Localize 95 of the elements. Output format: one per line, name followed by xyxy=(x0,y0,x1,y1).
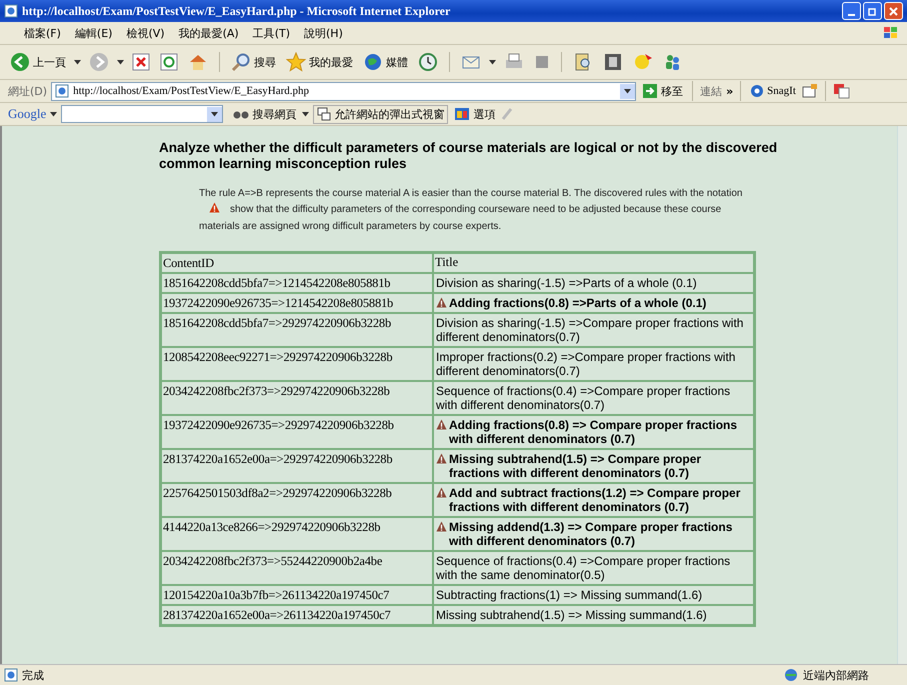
smiley-icon xyxy=(633,52,653,72)
google-logo[interactable]: Google xyxy=(8,106,46,122)
globe-icon xyxy=(783,668,799,682)
table-cell-text: Add and subtract fractions(1.2) => Compare proper fractions with different denominators (0.7) xyxy=(449,486,742,514)
table-cell: 1851642208cdd5bfa7=>1214542208e805881b xyxy=(161,273,433,293)
caret-icon[interactable] xyxy=(624,88,632,94)
caret-icon[interactable] xyxy=(74,60,81,64)
close-button[interactable] xyxy=(884,2,903,20)
options-icon xyxy=(454,107,470,121)
restore-icon xyxy=(868,6,877,16)
table-cell: Sequence of fractions(0.4) =>Compare proper fractions with the same denominator(0.5) xyxy=(433,551,754,585)
menu-item[interactable]: 工具(T) xyxy=(252,26,290,40)
address-field[interactable]: http://localhost/Exam/PostTestView/E_EasyHard.php xyxy=(51,82,636,100)
options-button[interactable]: 選項 xyxy=(452,106,498,122)
warning-icon xyxy=(436,453,447,464)
caret-icon[interactable] xyxy=(50,112,58,116)
status-text: 完成 xyxy=(22,668,44,682)
minimize-button[interactable] xyxy=(842,2,861,20)
menu-item[interactable]: 我的最愛(A) xyxy=(178,26,239,40)
table-cell-text: Missing subtrahend(1.5) => Compare proper fractions with different denominators (0.7) xyxy=(449,452,702,480)
restore-button[interactable] xyxy=(863,2,882,20)
go-button[interactable]: 移至 xyxy=(640,83,686,99)
favorites-button[interactable]: 我的最愛 xyxy=(284,52,355,72)
links-label[interactable]: 連結 xyxy=(700,84,722,98)
table-cell: Improper fractions(0.2) =>Compare proper fractions with different denominators(0.7) xyxy=(433,347,754,381)
warning-icon xyxy=(436,487,447,498)
media-button[interactable]: 媒體 xyxy=(361,52,410,72)
table-cell: 1851642208cdd5bfa7=>292974220906b3228b xyxy=(161,313,433,347)
caret-icon[interactable] xyxy=(489,60,496,64)
windows-icon xyxy=(317,107,332,121)
page-icon xyxy=(4,4,18,18)
address-label: 網址(D) xyxy=(8,84,48,98)
more-links-button[interactable]: » xyxy=(726,84,734,98)
stop-icon xyxy=(132,53,150,71)
caret-icon[interactable] xyxy=(211,112,218,116)
translate-icon[interactable] xyxy=(832,83,851,99)
table-cell: Division as sharing(-1.5) =>Compare proper fractions with different denominators(0.7) xyxy=(433,313,754,347)
menu-item[interactable]: 編輯(E) xyxy=(74,26,112,40)
search-icon xyxy=(231,52,251,72)
page-icon xyxy=(55,84,70,98)
home-icon xyxy=(188,52,208,72)
snagit-button[interactable]: SnagIt xyxy=(748,84,798,98)
windows-logo-icon xyxy=(883,26,899,40)
close-icon xyxy=(889,6,898,16)
capture-icon[interactable] xyxy=(802,84,818,98)
table-cell: Subtracting fractions(1) => Missing summand(1.6) xyxy=(433,585,754,605)
table-cell: Adding fractions(0.8) =>Parts of a whole (0.1) xyxy=(449,296,706,310)
clock-icon xyxy=(418,52,438,72)
table-cell: 120154220a10a3b7fb=>261134220a197450c7 xyxy=(161,585,433,605)
caret-icon[interactable] xyxy=(302,112,310,116)
table-cell: 1208542208eec92271=>292974220906b3228b xyxy=(161,347,433,381)
warning-icon xyxy=(436,419,447,430)
globe-icon xyxy=(363,52,383,72)
minimize-icon xyxy=(848,14,855,16)
table-cell: 2034242208fbc2f373=>55244220900b2a4be xyxy=(161,551,433,585)
window-title: http://localhost/Exam/PostTestView/E_EasyHard.php - Microsoft Internet Explorer xyxy=(22,4,452,18)
table-cell: Missing subtrahend(1.5) => Missing summand(1.6) xyxy=(433,605,754,625)
table-cell-text: Adding fractions(0.8) => Compare proper fractions with different denominators (0.7) xyxy=(449,418,738,446)
square-icon xyxy=(534,54,550,70)
table-cell: Sequence of fractions(0.4) =>Compare proper fractions with different denominators(0.7) xyxy=(433,381,754,415)
menu-item[interactable]: 檢視(V) xyxy=(126,26,165,40)
page-icon xyxy=(4,668,18,682)
search-web-button[interactable]: 搜尋網頁 xyxy=(231,106,298,122)
history-button[interactable] xyxy=(416,52,440,72)
stop-button[interactable] xyxy=(130,53,152,71)
table-cell: 2257642501503df8a2=>292974220906b3228b xyxy=(161,483,433,517)
table-cell: 2034242208fbc2f373=>292974220906b3228b xyxy=(161,381,433,415)
table-cell: 19372422090e926735=>292974220906b3228b xyxy=(161,415,433,449)
intro-text: The rule A=>B represents the course material A is easier than the course material B. The discovered rules with the notation show that the difficulty parameters of the corresponding courseware need to be adjusted because these course materials are assigned wrong difficult parameters by course experts. xyxy=(199,187,744,234)
google-search-field[interactable] xyxy=(61,105,224,123)
page-heading: Analyze whether the difficult parameters of course materials are logical or not by the discovered common learning misconception rules xyxy=(159,140,778,172)
table-cell: 4144220a13ce8266=>292974220906b3228b xyxy=(161,517,433,551)
warning-icon xyxy=(436,297,447,308)
column-header: Title xyxy=(433,253,754,273)
search-button[interactable]: 搜尋 xyxy=(229,52,278,72)
scrollbar[interactable] xyxy=(897,126,907,664)
table-cell-text: Missing addend(1.3) => Compare proper fractions with different denominators (0.7) xyxy=(449,520,734,548)
refresh-button[interactable] xyxy=(158,53,180,71)
popup-blocker-button[interactable]: 允許網站的彈出式視窗 xyxy=(313,104,448,124)
star-icon xyxy=(286,52,306,72)
table-cell: 19372422090e926735=>1214542208e805881b xyxy=(161,293,433,313)
circle-icon xyxy=(750,84,764,98)
film-icon xyxy=(603,52,623,72)
security-zone: 近端內部網路 xyxy=(803,668,870,682)
caret-icon[interactable] xyxy=(117,60,124,64)
refresh-icon xyxy=(160,53,178,71)
table-cell: 281374220a1652e00a=>261134220a197450c7 xyxy=(161,605,433,625)
warning-icon xyxy=(436,521,447,532)
back-button[interactable]: 上一頁 xyxy=(8,52,68,72)
warning-icon xyxy=(209,202,220,213)
table-cell: 281374220a1652e00a=>292974220906b3228b xyxy=(161,449,433,483)
column-header: ContentID xyxy=(161,253,433,273)
table-cell: Division as sharing(-1.5) =>Parts of a whole (0.1) xyxy=(433,273,754,293)
menu-item[interactable]: 檔案(F) xyxy=(24,26,61,40)
menu-item[interactable]: 說明(H) xyxy=(304,26,343,40)
